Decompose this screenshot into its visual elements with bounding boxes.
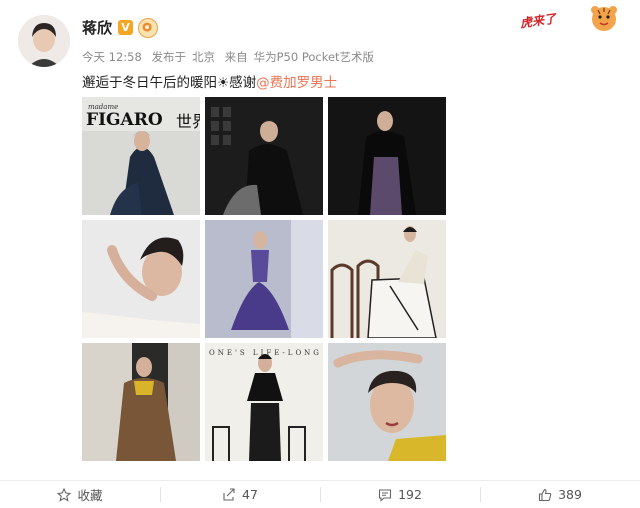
- photo-thumbnail[interactable]: madame FIGARO 世界: [82, 97, 200, 215]
- comment-count: 192: [398, 487, 422, 502]
- action-bar: 收藏 47 192 389: [0, 480, 640, 508]
- photo-thumbnail[interactable]: [205, 220, 323, 338]
- cover-title: FIGARO: [86, 110, 163, 130]
- post-device[interactable]: 华为P50 Pocket艺术版: [254, 50, 374, 64]
- repost-count: 47: [242, 487, 258, 502]
- thumbs-up-icon: [538, 488, 552, 502]
- cover-subtitle: 世界: [176, 112, 200, 131]
- verified-icon: V: [118, 20, 133, 35]
- favorite-button[interactable]: 收藏: [0, 481, 160, 508]
- tiger-year-sticker[interactable]: 虎来了: [519, 2, 628, 36]
- comment-button[interactable]: 192: [320, 481, 480, 508]
- star-icon: [57, 487, 72, 502]
- photo-thumbnail[interactable]: ONE'S LIFE-LONG: [205, 343, 323, 461]
- device-prefix: 来自: [224, 50, 248, 64]
- repost-button[interactable]: 47: [160, 481, 320, 508]
- post-meta: 今天 12:58 发布于 北京 来自 华为P50 Pocket艺术版: [82, 49, 380, 65]
- photo-thumbnail[interactable]: [328, 343, 446, 461]
- member-level-icon: [138, 18, 158, 38]
- avatar[interactable]: [18, 15, 70, 67]
- comment-icon: [378, 488, 392, 502]
- photo-grid: madame FIGARO 世界: [82, 97, 446, 461]
- post-location: 北京: [191, 50, 215, 64]
- photo-thumbnail[interactable]: [82, 343, 200, 461]
- mention-link[interactable]: @费加罗男士: [256, 75, 337, 91]
- post-time[interactable]: 今天 12:58: [82, 50, 142, 64]
- photo-thumbnail[interactable]: [328, 220, 446, 338]
- like-button[interactable]: 389: [480, 481, 640, 508]
- photo-thumbnail[interactable]: [328, 97, 446, 215]
- post-body: 邂逅于冬日午后的暖阳☀感谢: [82, 75, 257, 91]
- photo-thumbnail[interactable]: [205, 97, 323, 215]
- source-prefix: 发布于: [151, 50, 186, 64]
- user-name[interactable]: 蒋欣: [82, 17, 112, 38]
- favorite-label: 收藏: [77, 488, 103, 503]
- weibo-post-card: 蒋欣 V 虎来了 今天 12:58 发布于 北京 来自 华为P50 Pocket艺术…: [0, 0, 640, 507]
- like-count: 389: [558, 487, 582, 502]
- post-text: 邂逅于冬日午后的暖阳☀感谢@费加罗男士: [82, 71, 337, 91]
- photo-thumbnail[interactable]: [82, 220, 200, 338]
- share-icon: [222, 487, 236, 502]
